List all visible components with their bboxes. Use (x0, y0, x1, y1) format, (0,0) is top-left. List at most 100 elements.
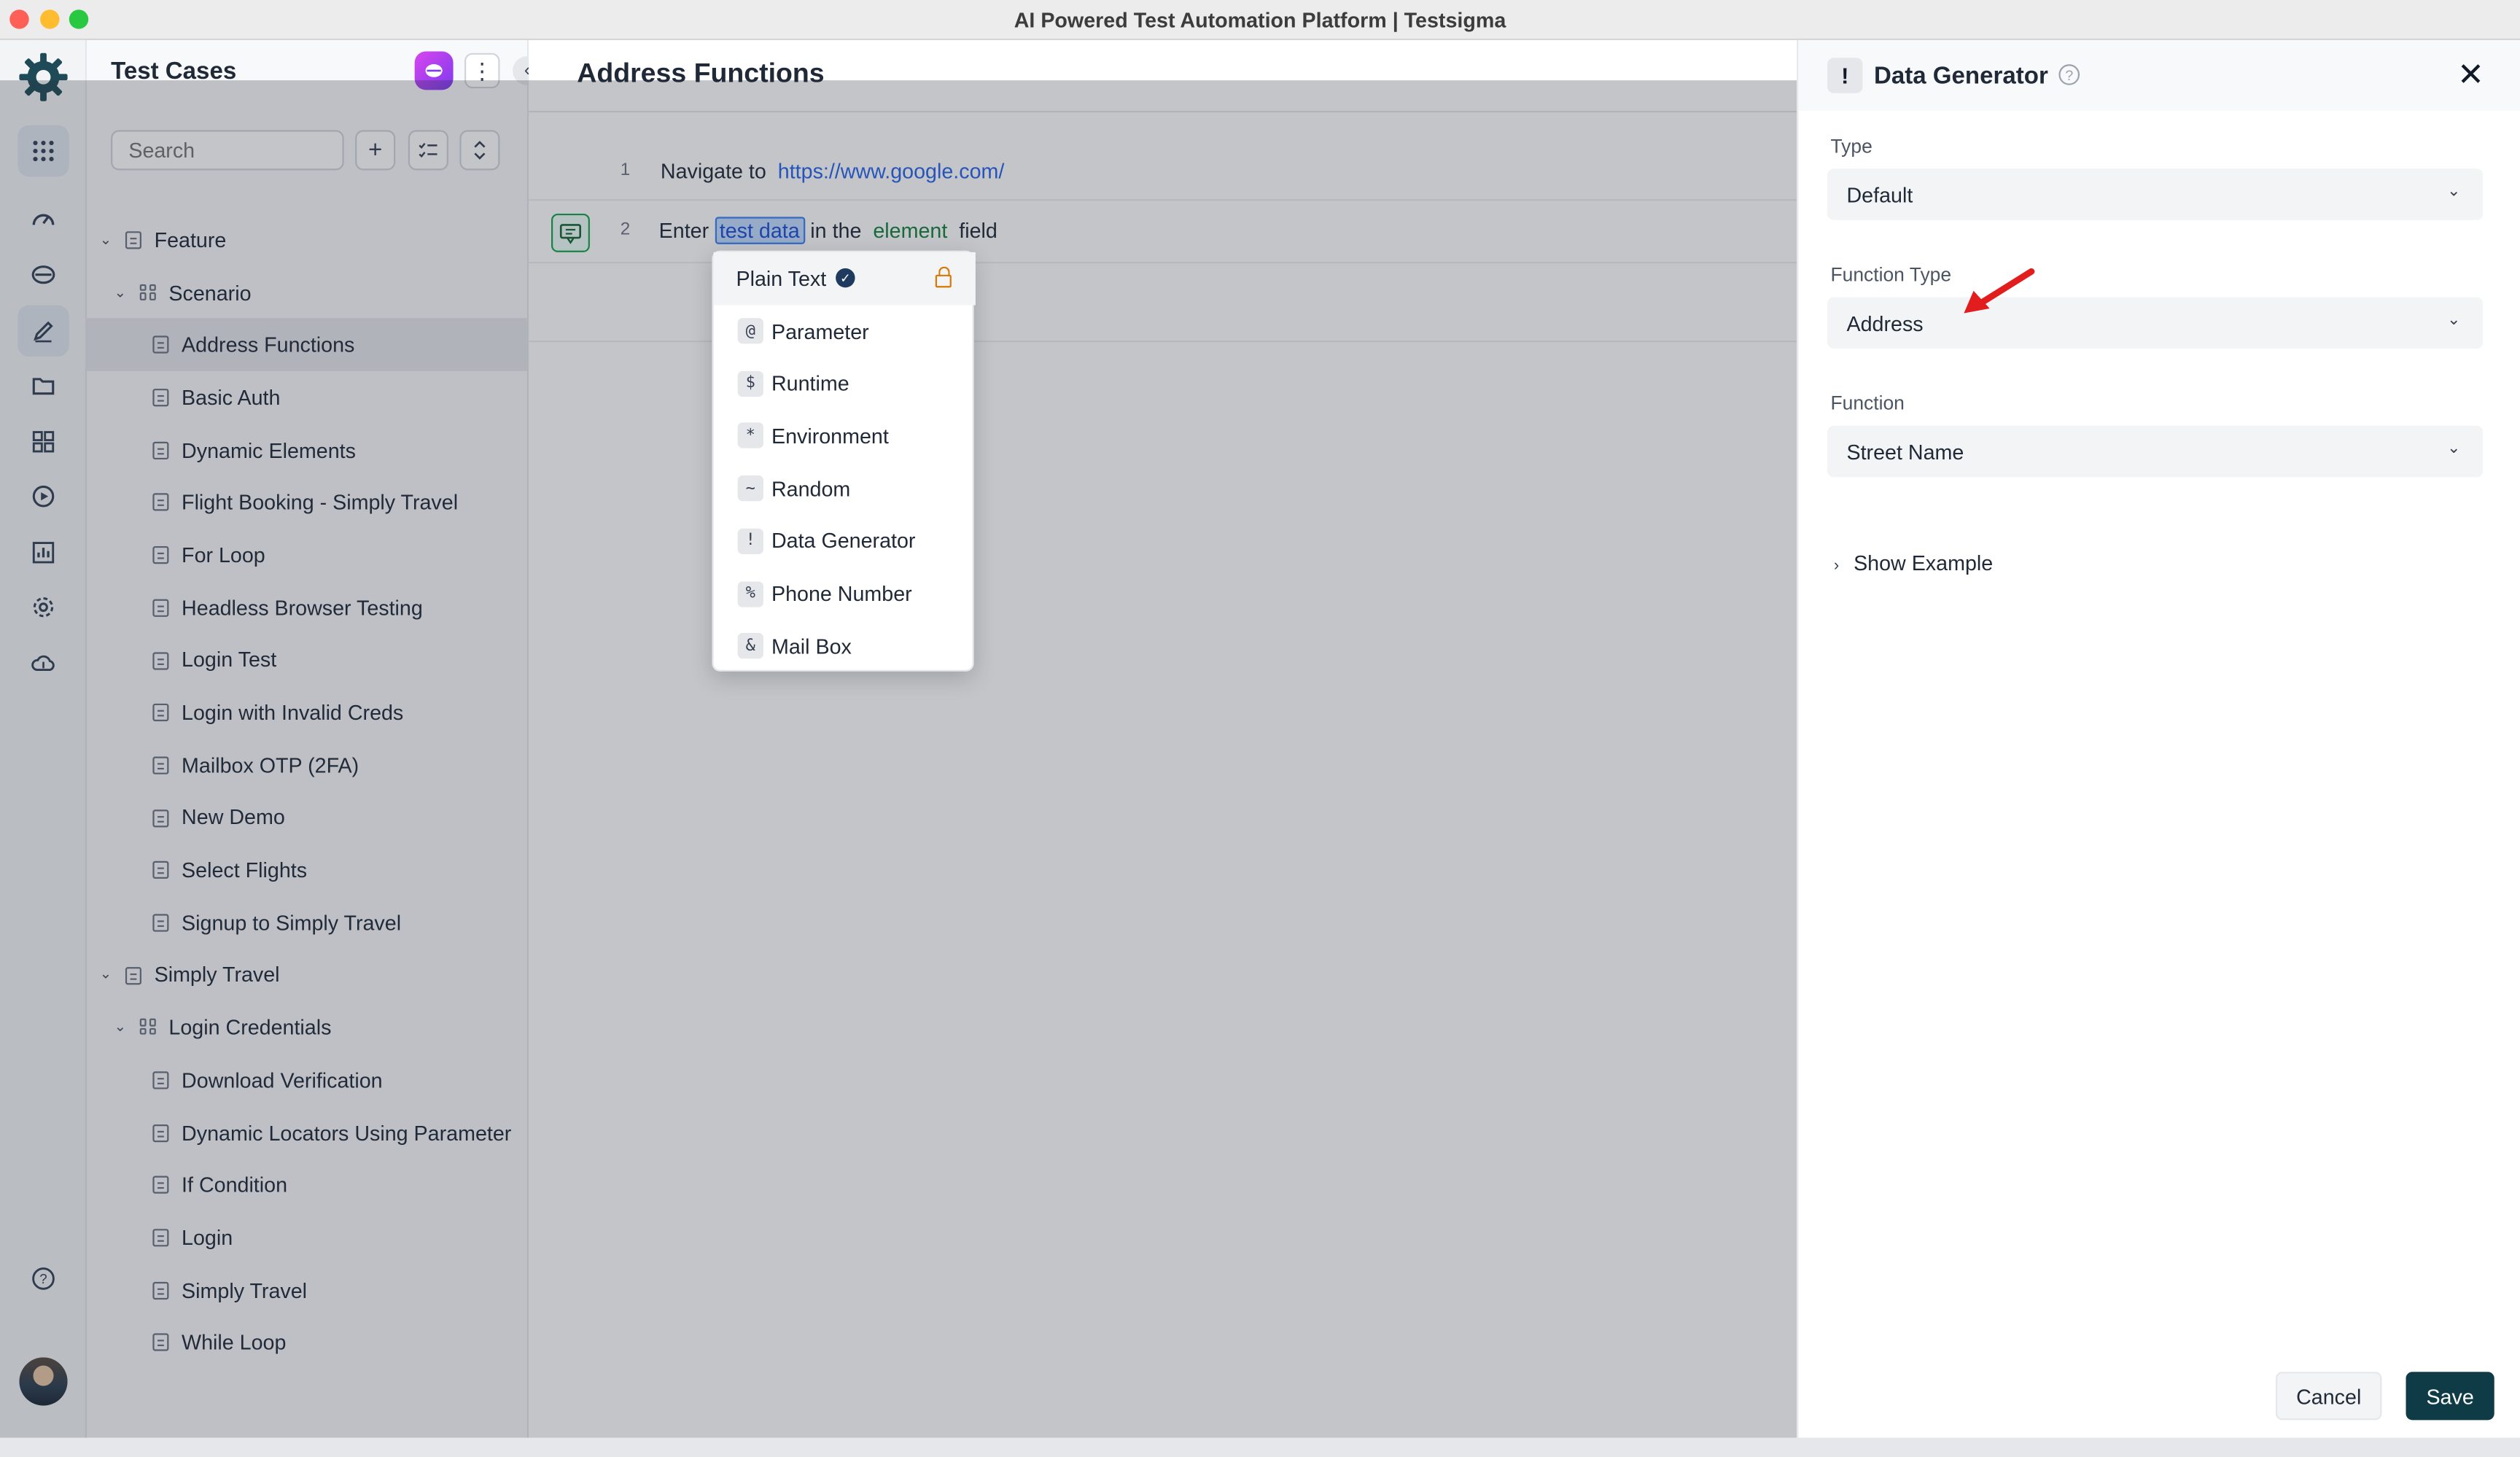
test-case-icon (152, 1071, 169, 1089)
tree-item-test-case[interactable]: For Loop (87, 529, 527, 581)
tree-item-test-case[interactable]: Login (87, 1211, 527, 1264)
tree-item-label: Select Flights (182, 858, 308, 882)
tree-item-label: Simply Travel (182, 1278, 308, 1302)
tree-item-test-case[interactable]: Headless Browser Testing (87, 581, 527, 634)
agent-icon[interactable] (18, 249, 69, 300)
expand-collapse-icon[interactable] (459, 130, 500, 171)
test-case-icon (152, 1176, 169, 1194)
step-word: in the (810, 218, 862, 243)
menu-item-random[interactable]: ~ Random (714, 462, 976, 515)
more-options-icon[interactable]: ⋮ (464, 53, 500, 89)
run-icon[interactable] (18, 470, 69, 521)
cloud-icon[interactable] (18, 638, 69, 689)
step-number: 1 (620, 160, 631, 180)
scenario-icon (139, 284, 156, 300)
test-case-icon (152, 494, 169, 512)
sidebar-title: Test Cases (111, 58, 237, 85)
symbol-icon: @ (737, 318, 763, 344)
show-example-toggle[interactable]: › Show Example (1834, 551, 1993, 575)
tree-item-test-case[interactable]: Login Test (87, 634, 527, 686)
step-word: Enter (658, 218, 709, 243)
tree-item-test-case[interactable]: Download Verification (87, 1054, 527, 1106)
tree-item-test-case[interactable]: Signup to Simply Travel (87, 896, 527, 949)
page-title: Address Functions (577, 58, 825, 89)
icon-rail: ? (0, 40, 88, 1438)
reports-icon[interactable] (18, 527, 69, 578)
tree-item-test-case[interactable]: Dynamic Locators Using Parameter (87, 1106, 527, 1159)
menu-item-environment[interactable]: * Environment (714, 410, 976, 462)
copilot-icon[interactable] (414, 51, 454, 90)
test-case-icon (152, 914, 169, 932)
test-case-icon (152, 546, 169, 564)
filter-list-icon[interactable] (408, 130, 448, 171)
chevron-down-icon[interactable]: ⌄ (100, 966, 112, 984)
lock-icon[interactable] (935, 266, 952, 288)
symbol-icon: % (737, 580, 763, 607)
close-icon[interactable]: ✕ (2457, 60, 2484, 92)
tree-item-test-case[interactable]: Basic Auth (87, 371, 527, 424)
panel-header: ! Data Generator ? ✕ (1798, 40, 2520, 111)
step-action: Navigate to (660, 159, 766, 184)
element-token[interactable]: element (873, 219, 947, 243)
menu-item-data-generator[interactable]: ! Data Generator (714, 515, 976, 567)
data-type-dropdown: Plain Text ✓ @ Parameter $ Runtime * Environmen… (712, 250, 976, 672)
tree-item-test-case[interactable]: While Loop (87, 1316, 527, 1369)
save-button[interactable]: Save (2406, 1372, 2494, 1421)
menu-item-parameter[interactable]: @ Parameter (714, 305, 976, 357)
tree-item-label: Dynamic Elements (182, 438, 356, 462)
apps-grid-icon[interactable] (18, 125, 69, 177)
tree-item-label: Headless Browser Testing (182, 595, 423, 620)
window-titlebar: AI Powered Test Automation Platform | Te… (0, 0, 2520, 41)
chevron-down-icon[interactable]: ⌄ (114, 1019, 126, 1036)
tree-item-label: Feature (154, 228, 227, 252)
step-url[interactable]: https://www.google.com/ (778, 159, 1005, 183)
tree-item-test-case[interactable]: If Condition (87, 1159, 527, 1211)
menu-item-runtime[interactable]: $ Runtime (714, 357, 976, 410)
user-avatar[interactable] (19, 1357, 68, 1406)
tree-item-feature[interactable]: ⌄ Simply Travel (87, 949, 527, 1001)
chevron-down-icon[interactable]: ⌄ (100, 231, 112, 249)
tree-item-test-case[interactable]: Flight Booking - Simply Travel (87, 476, 527, 529)
edit-icon[interactable] (18, 305, 69, 357)
svg-text:?: ? (39, 1271, 47, 1286)
help-icon[interactable]: ? (2058, 64, 2080, 85)
search-input[interactable] (111, 130, 344, 171)
menu-item-label: Environment (771, 424, 889, 448)
test-data-token[interactable]: test data (715, 217, 805, 244)
modules-icon[interactable] (18, 416, 69, 467)
show-example-label: Show Example (1854, 551, 1994, 575)
menu-item-label: Parameter (771, 319, 869, 343)
folder-icon[interactable] (18, 360, 69, 411)
tree-item-scenario[interactable]: ⌄ Scenario (87, 266, 527, 319)
menu-item-plain-text[interactable]: Plain Text ✓ (713, 252, 976, 305)
cancel-button[interactable]: Cancel (2275, 1372, 2382, 1421)
function-type-select[interactable]: Address ⌄ (1827, 297, 2484, 349)
tree-item-test-case[interactable]: New Demo (87, 791, 527, 844)
add-icon[interactable]: + (355, 130, 396, 171)
menu-item-mail-box[interactable]: & Mail Box (714, 620, 976, 672)
window-title: AI Powered Test Automation Platform | Te… (1014, 8, 1506, 33)
tree-item-test-case[interactable]: Dynamic Elements (87, 424, 527, 476)
settings-icon[interactable] (18, 581, 69, 632)
tree-item-feature[interactable]: ⌄ Feature (87, 214, 527, 266)
tree-item-test-case[interactable]: Mailbox OTP (2FA) (87, 739, 527, 791)
tree-item-test-case[interactable]: Select Flights (87, 844, 527, 896)
function-select[interactable]: Street Name ⌄ (1827, 425, 2484, 478)
step-type-icon[interactable] (551, 213, 590, 252)
testsigma-logo-icon[interactable] (18, 51, 69, 102)
tree-item-test-case[interactable]: Address Functions (87, 318, 527, 371)
menu-item-phone-number[interactable]: % Phone Number (714, 567, 976, 620)
tree-item-label: For Loop (182, 543, 265, 567)
tree-item-test-case[interactable]: Simply Travel (87, 1264, 527, 1316)
tree-item-scenario[interactable]: ⌄ Login Credentials (87, 1001, 527, 1054)
test-step-row[interactable]: 1 Navigate to https://www.google.com/ (529, 143, 1797, 201)
help-icon[interactable]: ? (18, 1253, 69, 1304)
test-case-icon (152, 1124, 169, 1142)
function-type-label: Function Type (1830, 263, 1952, 287)
type-select[interactable]: Default ⌄ (1827, 168, 2484, 220)
dashboard-icon[interactable] (18, 195, 69, 246)
chevron-down-icon[interactable]: ⌄ (114, 284, 126, 301)
tree-item-label: Simply Travel (154, 963, 280, 987)
tree-item-test-case[interactable]: Login with Invalid Creds (87, 686, 527, 739)
test-case-icon (152, 1229, 169, 1247)
